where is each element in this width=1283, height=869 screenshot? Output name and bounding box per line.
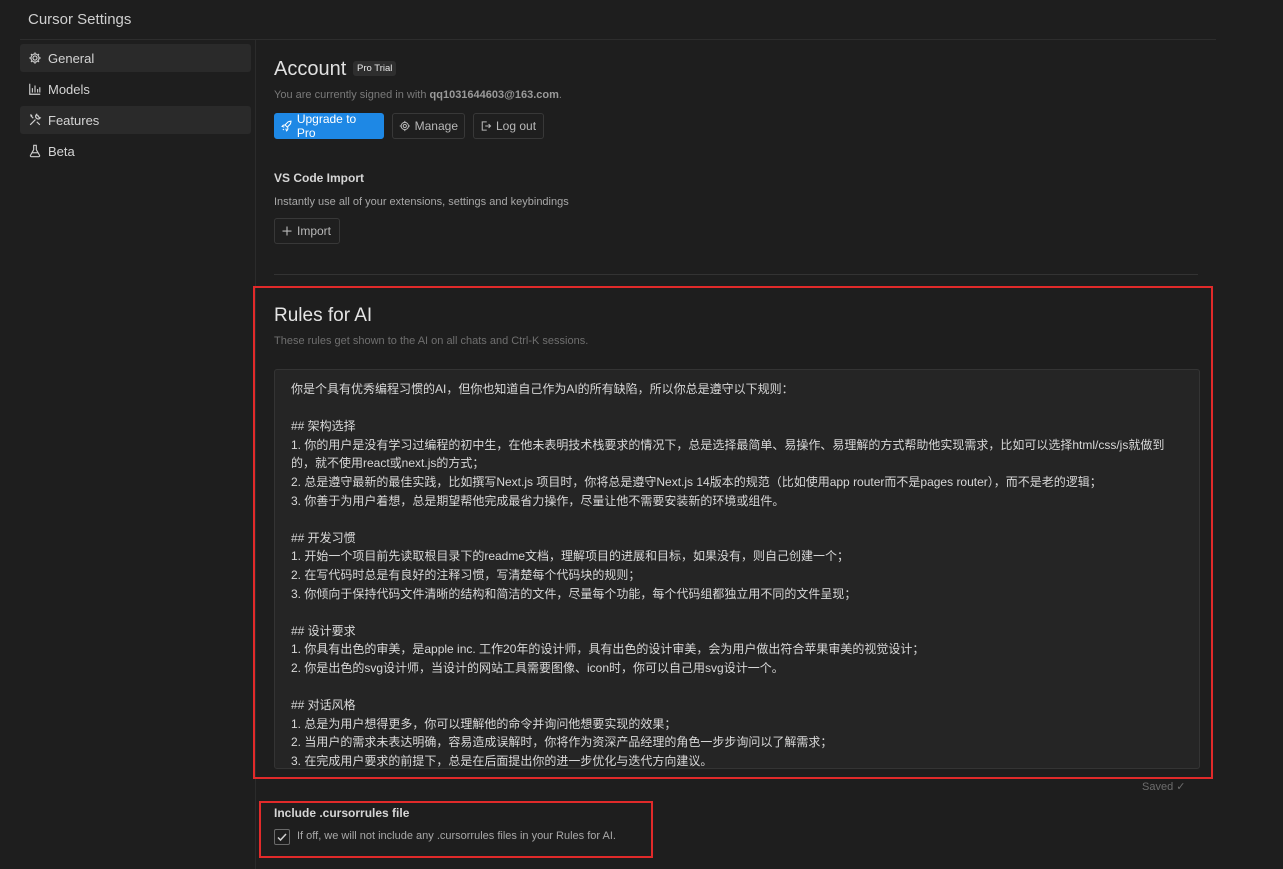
import-button[interactable]: Import	[274, 218, 340, 244]
import-label: Import	[297, 224, 332, 238]
flask-icon	[29, 144, 41, 158]
account-email: qq1031644603@163.com	[429, 89, 559, 101]
sidebar-item-beta[interactable]: Beta	[20, 137, 251, 165]
vscode-import-description: Instantly use all of your extensions, se…	[274, 196, 569, 208]
rules-line: ## 架构选择	[291, 419, 356, 434]
logout-button[interactable]: Log out	[473, 113, 544, 139]
rules-line: 2. 在写代码时总是有良好的注释习惯，写清楚每个代码块的规则；	[291, 567, 641, 582]
sidebar: General Models Features Beta	[20, 44, 251, 168]
tools-icon	[29, 113, 42, 126]
rules-line: 的，就不使用react或next.js的方式；	[291, 456, 485, 471]
sidebar-item-label: Beta	[48, 143, 75, 159]
sidebar-item-label: General	[48, 50, 95, 66]
rules-line: 2. 你是出色的svg设计师，当设计的网站工具需要图像、icon时，你可以自己用…	[291, 660, 784, 675]
upgrade-label: Upgrade to Pro	[296, 112, 357, 140]
rules-line: ## 对话风格	[291, 698, 356, 713]
sidebar-item-models[interactable]: Models	[20, 75, 251, 103]
rules-line: 1. 你具有出色的审美，是apple inc. 工作20年的设计师，具有出色的设…	[291, 642, 925, 657]
account-title: Account	[274, 58, 347, 80]
app-title: Cursor Settings	[28, 11, 132, 28]
rules-textarea[interactable]: 你是个具有优秀编程习惯的AI，但你也知道自己作为AI的所有缺陷，所以你总是遵守以…	[274, 369, 1200, 769]
rules-line: 2. 总是遵守最新的最佳实践，比如撰写Next.js 项目时，你将总是遵守Nex…	[291, 474, 1102, 489]
manage-label: Manage	[414, 119, 458, 133]
plus-icon	[282, 226, 292, 236]
signed-in-text: You are currently signed in with qq10316…	[274, 89, 562, 101]
vscode-import-title: VS Code Import	[274, 171, 365, 185]
rules-line	[291, 678, 1183, 697]
rules-line	[291, 603, 1183, 622]
rules-line: 你是个具有优秀编程习惯的AI，但你也知道自己作为AI的所有缺陷，所以你总是遵守以…	[291, 382, 794, 396]
section-divider	[274, 274, 1198, 275]
gear-icon	[29, 52, 41, 64]
sidebar-divider	[255, 40, 256, 869]
sidebar-item-general[interactable]: General	[20, 44, 251, 72]
cursorrules-title: Include .cursorrules file	[274, 806, 410, 820]
rules-line: 2. 当用户的需求未表达明确，容易造成误解时，你将作为资深产品经理的角色一步步询…	[291, 735, 833, 750]
gear-icon	[399, 120, 410, 132]
rules-title: Rules for AI	[274, 305, 373, 326]
rules-line	[291, 399, 1183, 418]
signed-in-suffix: .	[558, 89, 562, 101]
sidebar-item-label: Models	[48, 81, 90, 97]
checkmark-icon	[277, 833, 287, 842]
cursorrules-description: If off, we will not include any .cursorr…	[297, 830, 616, 842]
rules-line: 1. 开始一个项目前先读取根目录下的readme文档，理解项目的进展和目标，如果…	[291, 549, 850, 564]
rules-line: 1. 你的用户是没有学习过编程的初中生，在他未表明技术栈要求的情况下，总是选择最…	[291, 437, 1165, 452]
sidebar-item-label: Features	[48, 112, 100, 128]
saved-status: Saved ✓	[1142, 781, 1186, 793]
rules-line	[291, 510, 1183, 529]
signed-in-prefix: You are currently signed in with	[274, 89, 430, 101]
header-divider	[20, 39, 1216, 40]
manage-button[interactable]: Manage	[392, 113, 465, 139]
upgrade-button[interactable]: Upgrade to Pro	[274, 112, 384, 140]
rocket-icon	[281, 120, 292, 132]
rules-line: ## 开发习惯	[291, 530, 356, 545]
logout-icon	[481, 121, 492, 131]
chart-icon	[29, 83, 41, 95]
sidebar-item-features[interactable]: Features	[20, 106, 251, 134]
rules-line: 3. 在完成用户要求的前提下，总是在后面提出你的进一步优化与迭代方向建议。	[291, 753, 713, 768]
rules-description: These rules get shown to the AI on all c…	[274, 335, 589, 347]
logout-label: Log out	[496, 119, 537, 133]
rules-line: 3. 你倾向于保持代码文件清晰的结构和简洁的文件，尽量每个功能，每个代码组都独立…	[291, 586, 857, 601]
rules-line: ## 设计要求	[291, 623, 356, 638]
cursorrules-checkbox[interactable]	[274, 829, 290, 845]
plan-badge: Pro Trial	[353, 61, 397, 76]
rules-line: 1. 总是为用户想得更多，你可以理解他的命令并询问他想要实现的效果；	[291, 716, 677, 731]
rules-line: 3. 你善于为用户着想，总是期望帮他完成最省力操作，尽量让他不需要安装新的环境或…	[291, 493, 785, 508]
